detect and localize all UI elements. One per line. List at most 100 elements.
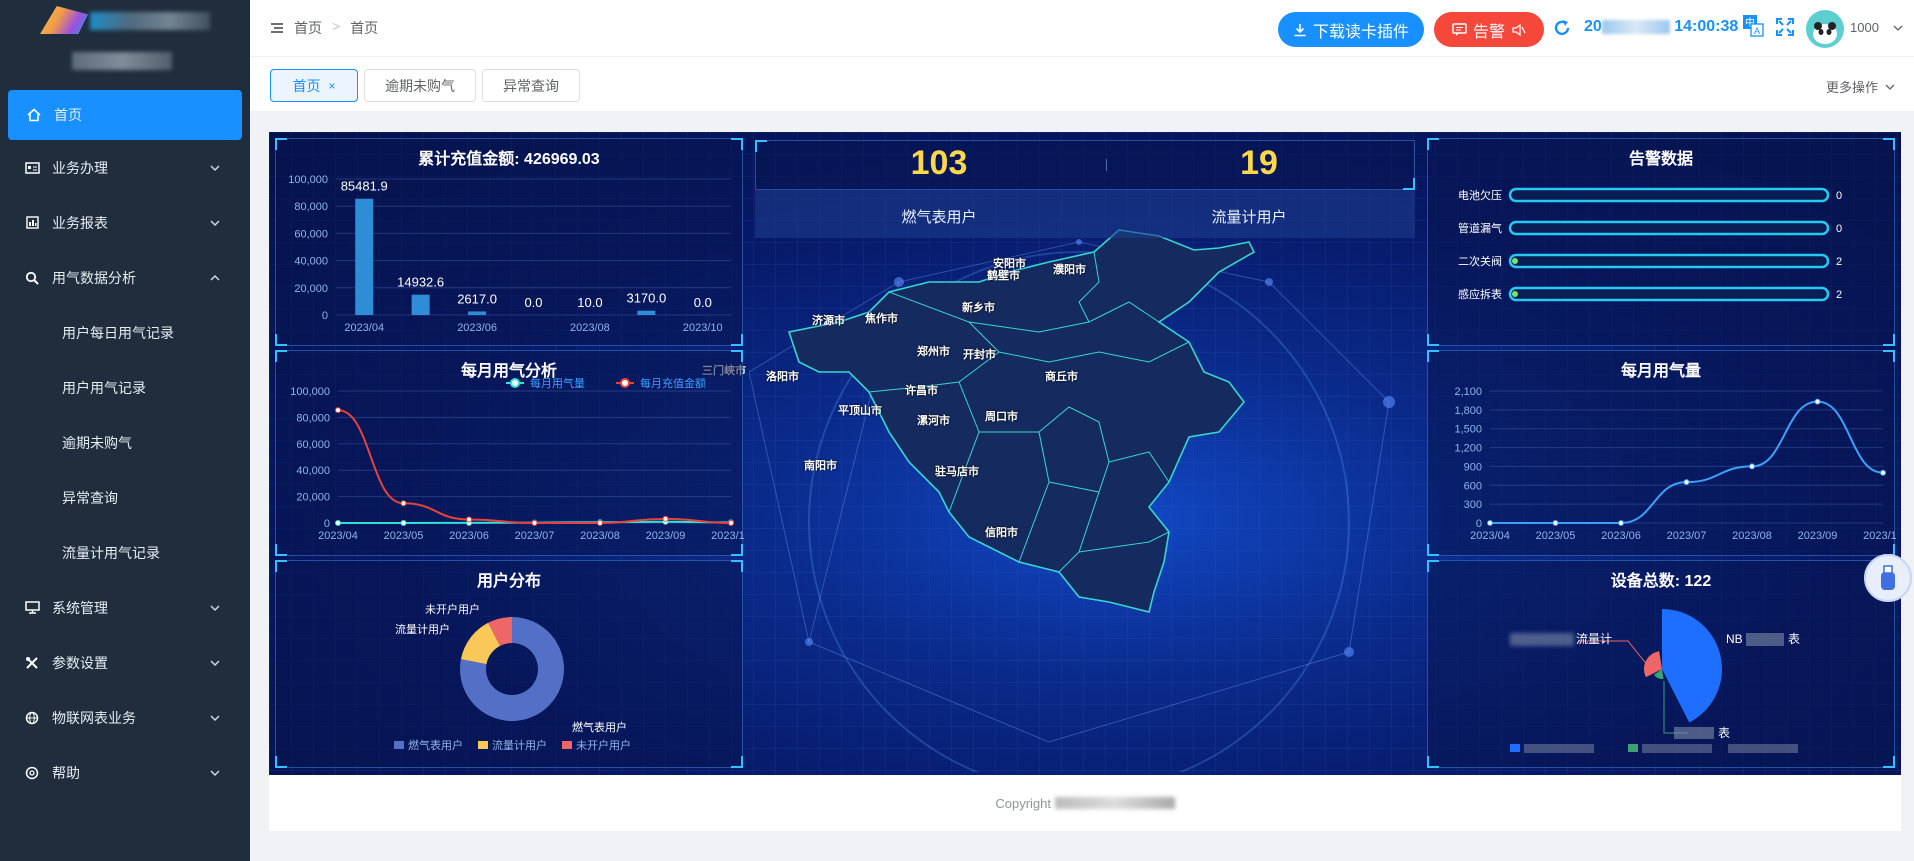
y-tick-label: 900 <box>1464 461 1482 473</box>
chevron-down-icon[interactable] <box>1892 22 1904 34</box>
search-icon <box>24 270 40 286</box>
sidebar-item-help[interactable]: 帮助 <box>0 745 250 800</box>
chevron-down-icon <box>210 164 220 171</box>
map-city-label[interactable]: 平顶山市 <box>838 402 882 418</box>
x-tick-label: 2023/06 <box>457 322 497 334</box>
x-tick-label: 2023/09 <box>1798 530 1838 542</box>
x-tick-label: 2023/04 <box>318 530 358 542</box>
y-tick-label: 80,000 <box>294 201 328 213</box>
blurred-label <box>1510 633 1574 646</box>
data-label: 0.0 <box>524 295 542 310</box>
data-point <box>728 520 734 526</box>
data-point <box>400 500 407 507</box>
tag-home[interactable]: 首页 × <box>270 69 358 102</box>
sidebar-subitem-abnormal[interactable]: 异常查询 <box>0 470 250 525</box>
henan-map <box>749 229 1395 772</box>
map-city-label[interactable]: 驻马店市 <box>935 463 979 479</box>
close-icon[interactable]: × <box>328 79 335 93</box>
map-city-label[interactable]: 洛阳市 <box>766 368 799 384</box>
breadcrumb-item-home[interactable]: 首页 <box>294 18 322 38</box>
sidebar-item-home[interactable]: 首页 <box>8 90 242 140</box>
slice-label: 表 <box>1718 726 1730 740</box>
slice-label: NB <box>1726 632 1743 646</box>
blurred-label <box>1746 633 1784 646</box>
map-city-label[interactable]: 许昌市 <box>905 382 938 398</box>
rose-slice <box>1662 609 1722 723</box>
sidebar-item-gas-analysis[interactable]: 用气数据分析 <box>0 250 250 305</box>
sidebar-item-business[interactable]: 业务办理 <box>0 140 250 195</box>
sidebar-item-params[interactable]: 参数设置 <box>0 635 250 690</box>
username[interactable]: 1000 <box>1850 20 1879 35</box>
data-label: 0.0 <box>694 295 712 310</box>
footer: Copyright <box>269 775 1901 831</box>
chevron-down-icon <box>210 659 220 666</box>
menu-toggle-icon[interactable] <box>270 21 284 35</box>
bar <box>637 310 656 315</box>
data-point <box>1683 479 1690 486</box>
sidebar-item-label: 参数设置 <box>52 654 108 671</box>
legend-marker <box>620 378 630 388</box>
data-label: 10.0 <box>577 295 602 310</box>
slice-label: 表 <box>1788 632 1800 646</box>
refresh-icon[interactable] <box>1552 18 1572 38</box>
help-icon <box>24 765 40 781</box>
map-city-label[interactable]: 开封市 <box>963 346 996 362</box>
sidebar: 首页 业务办理 业务报表 用气数据分析 用户每日用气记录 用户用气记录 逾期未购… <box>0 0 250 861</box>
legend-label: 燃气表用户 <box>408 738 463 752</box>
legend-label: 未开户用户 <box>576 738 631 752</box>
gas-users-count: 103 <box>910 144 968 182</box>
map-city-label[interactable]: 周口市 <box>985 408 1018 424</box>
tag-overdue[interactable]: 逾期未购气 <box>364 69 476 102</box>
app-logo[interactable] <box>0 0 250 86</box>
x-tick-label: 2023/08 <box>570 322 610 334</box>
avatar[interactable] <box>1806 10 1844 48</box>
map-city-label[interactable]: 濮阳市 <box>1053 261 1086 277</box>
map-city-label[interactable]: 信阳市 <box>985 524 1018 540</box>
data-point <box>1487 520 1493 526</box>
fullscreen-icon[interactable] <box>1776 18 1794 36</box>
stats-divider <box>1106 159 1107 171</box>
y-tick-label: 40,000 <box>296 465 330 477</box>
sidebar-item-label: 物联网表业务 <box>52 709 136 726</box>
tag-abnormal[interactable]: 异常查询 <box>482 69 580 102</box>
sidebar-subitem-flowmeter[interactable]: 流量计用气记录 <box>0 525 250 580</box>
alarm-button[interactable]: 告警 <box>1434 12 1544 47</box>
sidebar-item-system[interactable]: 系统管理 <box>0 580 250 635</box>
y-tick-label: 60,000 <box>296 439 330 451</box>
y-tick-label: 1,500 <box>1454 424 1482 436</box>
y-tick-label: 1,800 <box>1454 405 1482 417</box>
map-city-label[interactable]: 郑州市 <box>917 343 950 359</box>
sidebar-item-label: 业务办理 <box>52 159 108 176</box>
category-label: 管道漏气 <box>1458 221 1502 235</box>
more-operations-dropdown[interactable]: 更多操作 <box>1826 77 1896 96</box>
map-city-label[interactable]: 焦作市 <box>865 310 898 326</box>
monthly-volume-line-chart: 0 300 600 900 1,200 1,500 1,800 2,100 2023/04 202… <box>1454 386 1896 542</box>
stats-panel <box>755 140 1415 190</box>
data-label: 0 <box>1836 223 1842 235</box>
legend-label: 流量计用户 <box>492 738 547 752</box>
sidebar-subitem-overdue[interactable]: 逾期未购气 <box>0 415 250 470</box>
data-point <box>662 515 669 522</box>
data-label: 0 <box>1836 190 1842 202</box>
sidebar-item-iot[interactable]: 物联网表业务 <box>0 690 250 745</box>
category-label: 二次关阀 <box>1458 254 1502 268</box>
chevron-down-icon <box>210 604 220 611</box>
sidebar-subitem-daily-usage[interactable]: 用户每日用气记录 <box>0 305 250 360</box>
sidebar-subitem-user-usage[interactable]: 用户用气记录 <box>0 360 250 415</box>
map-city-label[interactable]: 漯河市 <box>917 412 950 428</box>
map-city-label[interactable]: 新乡市 <box>962 299 995 315</box>
map-city-label[interactable]: 商丘市 <box>1045 368 1078 384</box>
slice-label: 燃气表用户 <box>572 720 627 734</box>
map-city-label[interactable]: 南阳市 <box>804 457 837 473</box>
sidebar-menu: 首页 业务办理 业务报表 用气数据分析 用户每日用气记录 用户用气记录 逾期未购… <box>0 90 250 800</box>
sidebar-item-reports[interactable]: 业务报表 <box>0 195 250 250</box>
map-city-label[interactable]: 鹤壁市 <box>987 267 1020 283</box>
data-label: 2 <box>1836 289 1842 301</box>
floating-assistant-button[interactable] <box>1864 554 1912 602</box>
map-city-label[interactable]: 济源市 <box>812 312 845 328</box>
data-point <box>1880 469 1886 476</box>
y-tick-label: 0 <box>322 310 328 322</box>
data-label: 3170.0 <box>626 291 666 306</box>
language-translate-icon[interactable]: 中A <box>1742 14 1764 38</box>
download-plugin-button[interactable]: 下载读卡插件 <box>1278 12 1424 47</box>
